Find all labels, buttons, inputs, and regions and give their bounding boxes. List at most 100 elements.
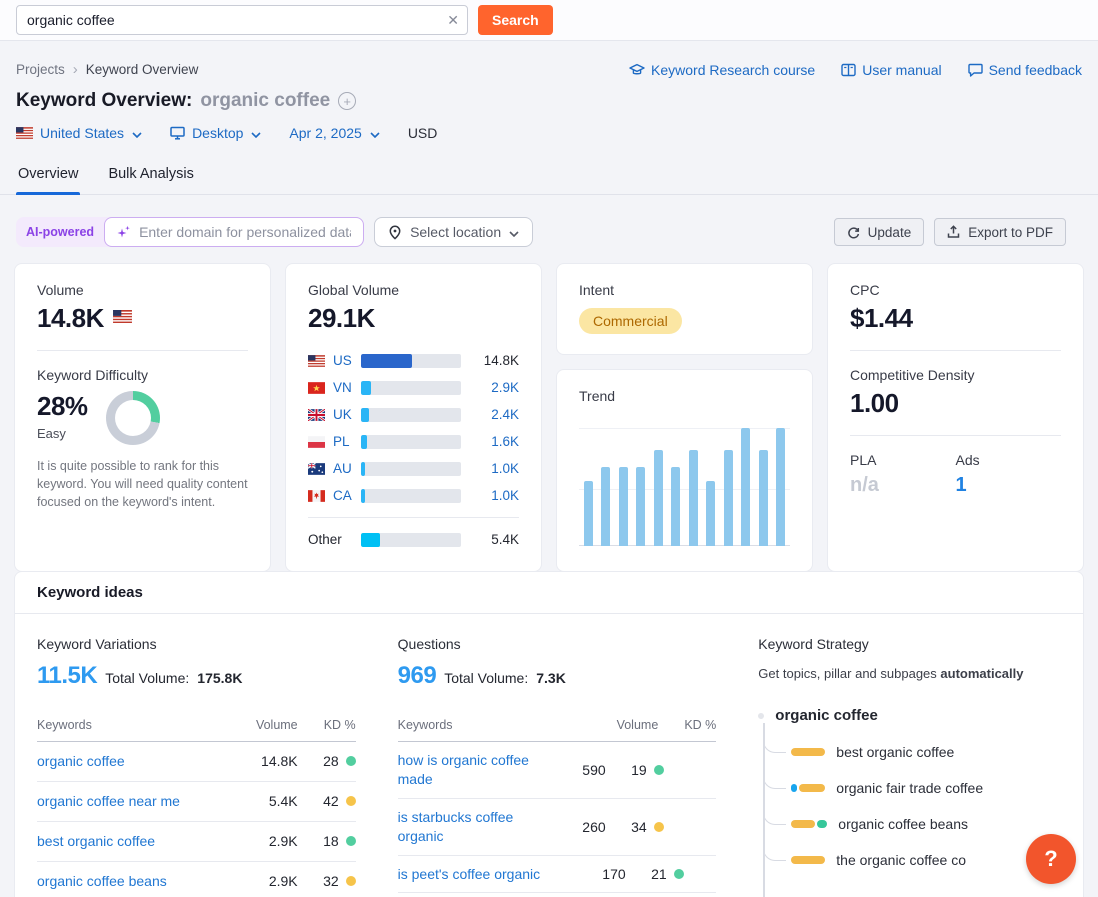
kd-cell: 21: [626, 866, 684, 882]
location-pin-icon: [388, 225, 402, 240]
chevron-down-icon: [509, 224, 519, 240]
keyword-link[interactable]: organic coffee beans: [37, 872, 240, 891]
strategy-child-node[interactable]: organic fair trade coffee: [791, 780, 1061, 796]
breadcrumb-projects[interactable]: Projects: [16, 62, 65, 77]
keyword-variations-section: Keyword Variations 11.5K Total Volume: 1…: [37, 636, 356, 897]
other-volume-bar: [361, 533, 461, 547]
country-filter-dropdown[interactable]: United States: [16, 125, 142, 141]
variations-count[interactable]: 11.5K: [37, 662, 97, 690]
country-volume-value[interactable]: 1.0K: [473, 488, 519, 503]
clear-search-icon[interactable]: ✕: [447, 11, 459, 29]
root-node-dot-icon: [758, 713, 764, 719]
keyword-ideas-title: Keyword ideas: [15, 572, 1083, 614]
questions-total-value: 7.3K: [536, 670, 566, 686]
trend-bar: [601, 467, 610, 546]
top-search-bar: ✕ Search: [0, 0, 1098, 41]
trend-bar: [636, 467, 645, 546]
strategy-child-node[interactable]: organic coffee beans: [791, 816, 1061, 832]
table-row: how is organic coffee made 590 19: [398, 742, 717, 799]
search-box: ✕: [16, 5, 468, 35]
export-button-label: Export to PDF: [968, 225, 1053, 240]
domain-input[interactable]: [139, 224, 351, 240]
keyword-link[interactable]: organic coffee near me: [37, 792, 240, 811]
strategy-root-node[interactable]: organic coffee: [758, 707, 1061, 724]
strategy-child-node[interactable]: best organic coffee: [791, 744, 1061, 760]
us-flag-icon: [16, 127, 33, 139]
vn-flag-icon: [308, 382, 325, 394]
user-manual-link[interactable]: User manual: [841, 62, 941, 78]
chevron-down-icon: [251, 125, 261, 141]
volume-cell: 5.4K: [240, 793, 298, 809]
kd-cell: 34: [606, 819, 664, 835]
cpc-value: $1.44: [850, 303, 1061, 334]
country-volume-row: PL 1.6K: [308, 428, 519, 455]
export-pdf-button[interactable]: Export to PDF: [934, 218, 1066, 246]
questions-count[interactable]: 969: [398, 662, 437, 690]
keyword-link[interactable]: is peet's coffee organic: [398, 865, 568, 884]
country-link[interactable]: US: [333, 353, 352, 368]
chevron-right-icon: ›: [73, 61, 78, 78]
date-filter-label: Apr 2, 2025: [289, 125, 361, 141]
help-button[interactable]: ?: [1026, 834, 1076, 884]
graduation-cap-icon: [629, 63, 645, 77]
table-row: organic coffee beans 2.9K 32: [37, 862, 356, 897]
tab-overview[interactable]: Overview: [16, 166, 80, 194]
update-button[interactable]: Update: [834, 218, 925, 246]
country-link[interactable]: AU: [333, 461, 352, 476]
volume-value: 14.8K: [37, 303, 104, 334]
date-filter-dropdown[interactable]: Apr 2, 2025: [289, 125, 379, 141]
select-location-dropdown[interactable]: Select location: [374, 217, 533, 247]
questions-section: Questions 969 Total Volume: 7.3K Keyword…: [398, 636, 717, 897]
course-link-label: Keyword Research course: [651, 62, 815, 78]
root-node-label: organic coffee: [775, 707, 878, 724]
trend-card: Trend: [556, 369, 813, 572]
country-volume-value[interactable]: 2.4K: [473, 407, 519, 422]
questions-label: Questions: [398, 636, 717, 652]
country-link[interactable]: VN: [333, 380, 352, 395]
search-button[interactable]: Search: [478, 5, 553, 35]
keyword-research-course-link[interactable]: Keyword Research course: [629, 62, 815, 78]
keyword-link[interactable]: is starbucks coffee organic: [398, 808, 548, 846]
keyword-link[interactable]: best organic coffee: [37, 832, 240, 851]
child-node-label: the organic coffee co: [836, 852, 966, 868]
country-volume-value[interactable]: 2.9K: [473, 380, 519, 395]
device-filter-dropdown[interactable]: Desktop: [170, 125, 261, 141]
kd-dot: [346, 836, 356, 846]
global-volume-value: 29.1K: [308, 303, 519, 334]
country-volume-value[interactable]: 1.0K: [473, 461, 519, 476]
ai-powered-badge: AI-powered: [16, 225, 104, 239]
strategy-child-node[interactable]: the organic coffee co: [791, 852, 1061, 868]
page-title-keyword: organic coffee: [200, 90, 330, 112]
add-keyword-icon[interactable]: +: [338, 92, 356, 110]
country-volume-value[interactable]: 1.6K: [473, 434, 519, 449]
ads-label: Ads: [956, 452, 1062, 468]
pla-value: n/a: [850, 474, 956, 497]
kd-dot: [346, 796, 356, 806]
volume-cell: 2.9K: [240, 873, 298, 889]
country-volume-value: 14.8K: [473, 353, 519, 368]
send-feedback-link[interactable]: Send feedback: [968, 62, 1082, 78]
update-button-label: Update: [868, 225, 912, 240]
keyword-link[interactable]: organic coffee: [37, 752, 240, 771]
ai-domain-widget: AI-powered: [16, 217, 364, 247]
search-input[interactable]: [16, 5, 468, 35]
refresh-icon: [847, 226, 860, 239]
tab-bulk-analysis[interactable]: Bulk Analysis: [106, 166, 195, 194]
country-link[interactable]: CA: [333, 488, 352, 503]
keyword-link[interactable]: how is organic coffee made: [398, 751, 548, 789]
kd-level: Easy: [37, 426, 88, 441]
book-icon: [841, 63, 856, 77]
country-volume-bar: [361, 408, 461, 422]
trend-label: Trend: [579, 388, 790, 404]
country-link[interactable]: UK: [333, 407, 352, 422]
country-volume-row: CA 1.0K: [308, 482, 519, 509]
manual-link-label: User manual: [862, 62, 941, 78]
kd-value: 28%: [37, 391, 88, 422]
kd-donut-gauge: [106, 391, 160, 445]
kd-cell: 28: [298, 753, 356, 769]
competitive-density-value: 1.00: [850, 388, 1061, 419]
country-link[interactable]: PL: [333, 434, 350, 449]
ads-value[interactable]: 1: [956, 474, 1062, 497]
topic-pill: [791, 856, 825, 864]
volume-cell: 260: [548, 819, 606, 835]
